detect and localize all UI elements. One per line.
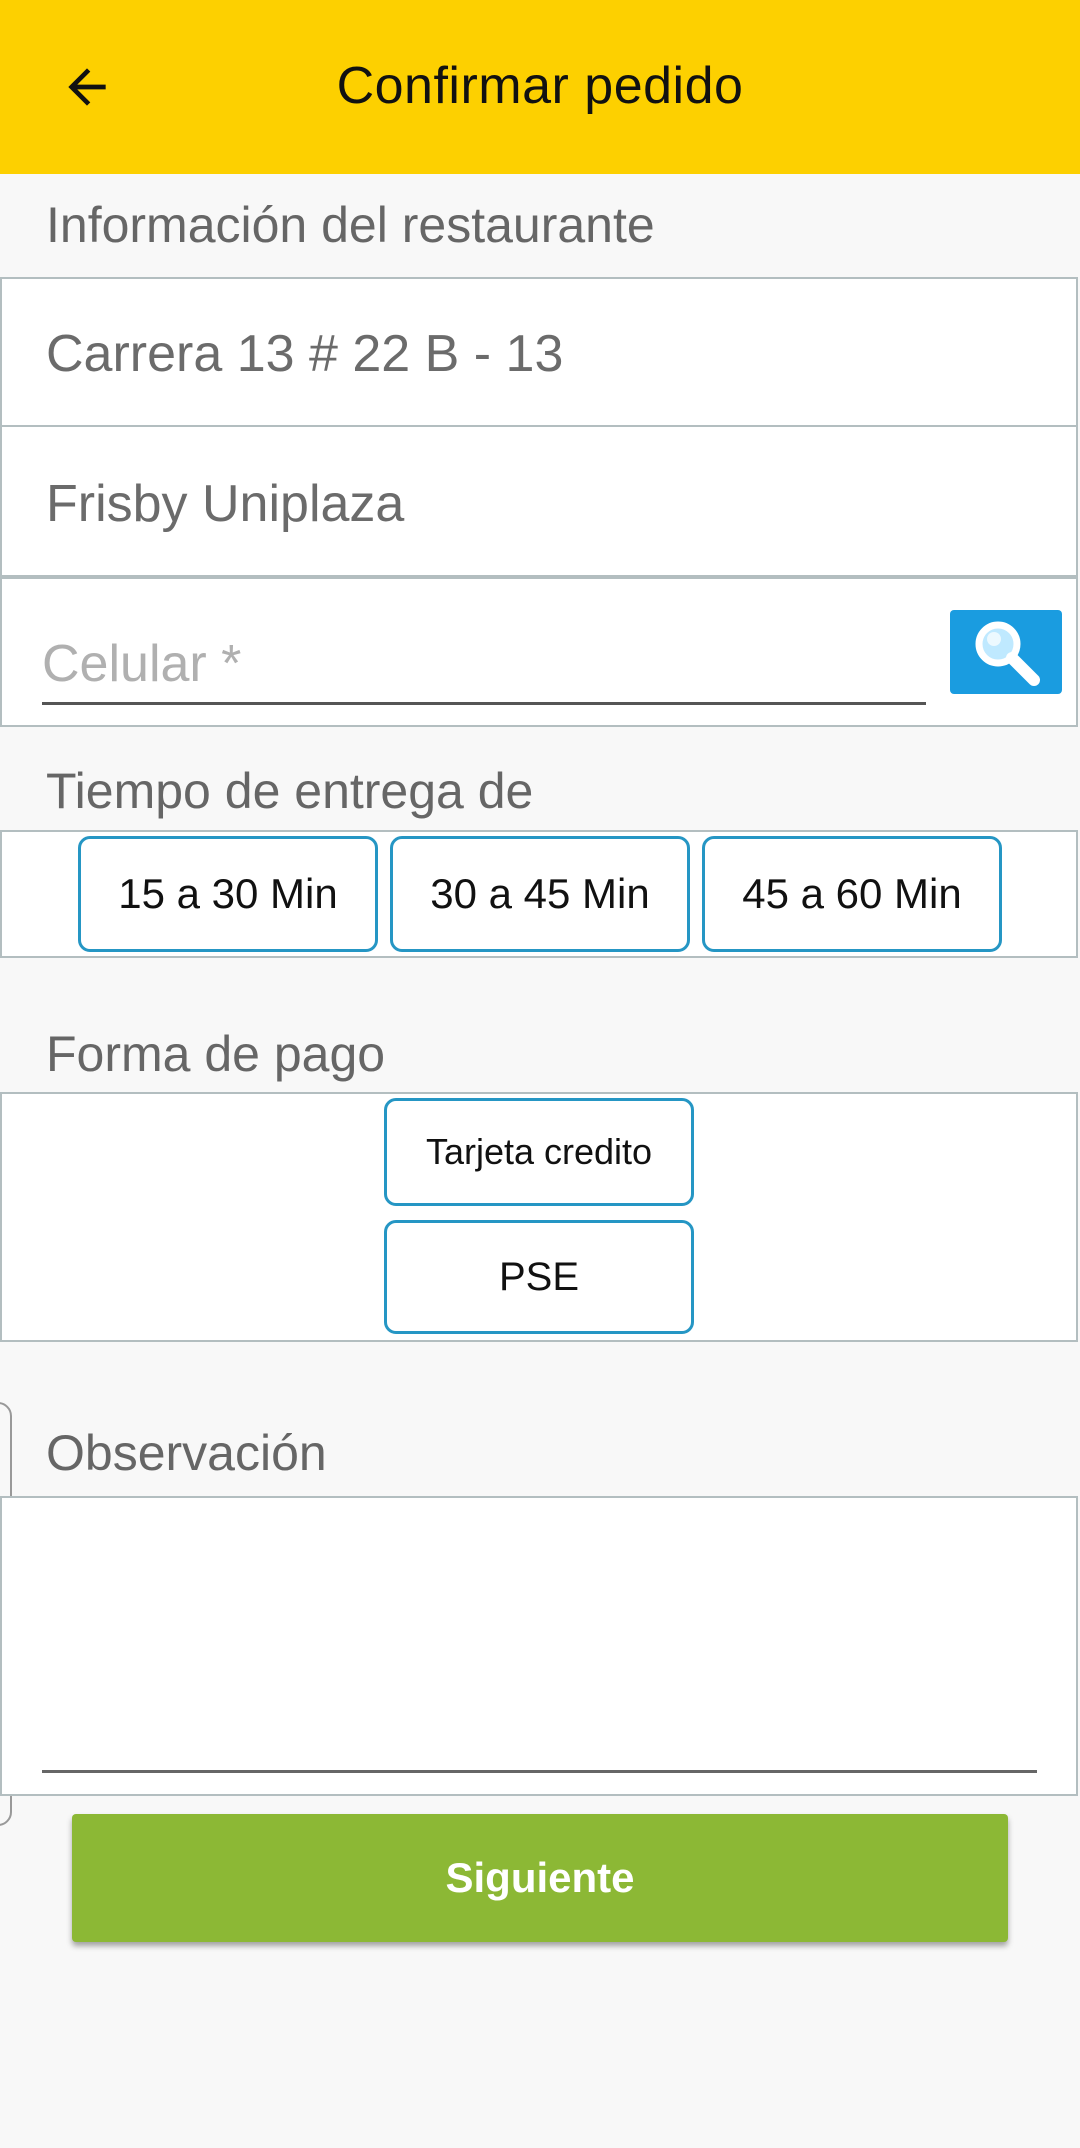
search-icon bbox=[975, 621, 1040, 686]
restaurant-address: Carrera 13 # 22 B - 13 bbox=[46, 325, 564, 383]
delivery-option-30-45[interactable]: 30 a 45 Min bbox=[390, 836, 690, 952]
delivery-option-45-60[interactable]: 45 a 60 Min bbox=[702, 836, 1002, 952]
restaurant-name: Frisby Uniplaza bbox=[46, 475, 405, 533]
page-title: Confirmar pedido bbox=[336, 57, 744, 115]
observation-input[interactable] bbox=[42, 1510, 1037, 1773]
delivery-time-label: Tiempo de entrega de bbox=[46, 763, 534, 819]
payment-option-pse[interactable]: PSE bbox=[384, 1220, 694, 1334]
phone-input[interactable] bbox=[42, 626, 926, 705]
payment-option-credit-card[interactable]: Tarjeta credito bbox=[384, 1098, 694, 1206]
delivery-option-15-30[interactable]: 15 a 30 Min bbox=[78, 836, 378, 952]
app-bar: Confirmar pedido bbox=[0, 0, 1080, 174]
payment-method-label: Forma de pago bbox=[46, 1026, 386, 1082]
next-button[interactable]: Siguiente bbox=[72, 1814, 1008, 1942]
search-button[interactable] bbox=[950, 610, 1062, 694]
restaurant-info-label: Información del restaurante bbox=[46, 197, 655, 253]
observation-label: Observación bbox=[46, 1425, 327, 1481]
